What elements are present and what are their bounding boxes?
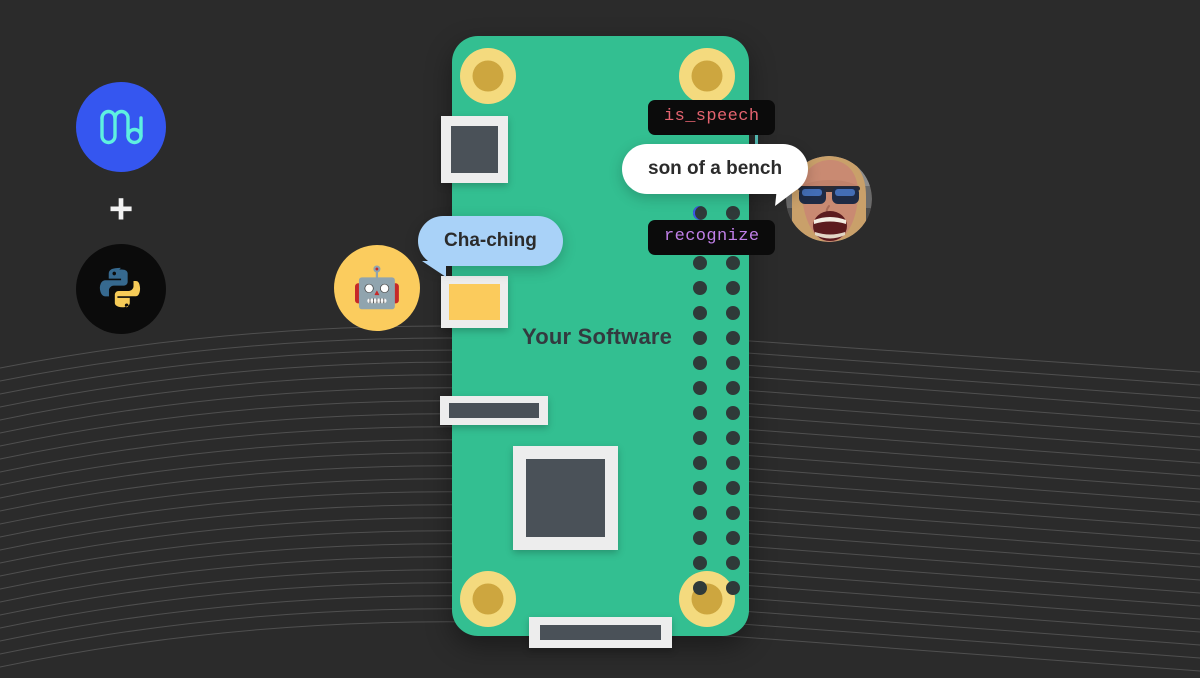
pin <box>693 206 707 220</box>
pin <box>693 306 707 320</box>
pin <box>726 481 740 495</box>
speech-bubble-tail <box>775 188 800 206</box>
robot-icon: 🤖 <box>352 266 402 310</box>
pin <box>726 381 740 395</box>
pin <box>693 556 707 570</box>
chip-component-yellow <box>441 276 508 328</box>
chip-component-connector <box>529 617 672 648</box>
pin <box>726 206 740 220</box>
pin <box>693 406 707 420</box>
chip-component-processor <box>513 446 618 550</box>
pin <box>726 506 740 520</box>
pin <box>726 256 740 270</box>
pin-column-right <box>726 206 740 595</box>
pin <box>693 581 707 595</box>
integration-logo-stack: wave brand logo + Python logo <box>76 82 166 334</box>
pin <box>726 356 740 370</box>
wave-brand-logo: wave brand logo <box>76 82 166 172</box>
speech-bubble-tail <box>422 261 446 277</box>
mounting-hole-top-left <box>460 48 516 104</box>
pin <box>693 331 707 345</box>
pin <box>726 281 740 295</box>
chip-component-small <box>441 116 508 183</box>
mounting-hole-bottom-left <box>460 571 516 627</box>
speech-bubble-son-of-a-bench-text: son of a bench <box>622 144 809 194</box>
pin <box>693 481 707 495</box>
pin <box>693 256 707 270</box>
speech-bubble-cha-ching: Cha-ching <box>418 216 563 277</box>
code-tag-recognize: recognize <box>648 220 776 255</box>
pin-column-left <box>693 206 707 595</box>
pin <box>726 531 740 545</box>
pin <box>693 356 707 370</box>
pin <box>726 556 740 570</box>
pin <box>693 431 707 445</box>
pin <box>726 431 740 445</box>
robot-avatar: 🤖 <box>334 245 420 331</box>
python-logo: Python logo <box>76 244 166 334</box>
pin <box>693 506 707 520</box>
speech-bubble-cha-ching-text: Cha-ching <box>418 216 563 266</box>
pin <box>693 456 707 470</box>
pin <box>726 331 740 345</box>
pin <box>693 381 707 395</box>
plus-icon: + <box>108 185 134 232</box>
pin <box>726 306 740 320</box>
pin-header <box>693 206 740 595</box>
code-tag-is-speech: is_speech <box>648 100 776 135</box>
speech-bubble-son-of-a-bench: son of a bench <box>622 144 809 206</box>
pin <box>693 531 707 545</box>
pin <box>726 581 740 595</box>
pin <box>726 456 740 470</box>
board-label: Your Software <box>522 324 673 349</box>
mounting-hole-top-right <box>679 48 735 104</box>
pin <box>726 406 740 420</box>
pin <box>693 281 707 295</box>
chip-component-bar <box>440 396 548 425</box>
